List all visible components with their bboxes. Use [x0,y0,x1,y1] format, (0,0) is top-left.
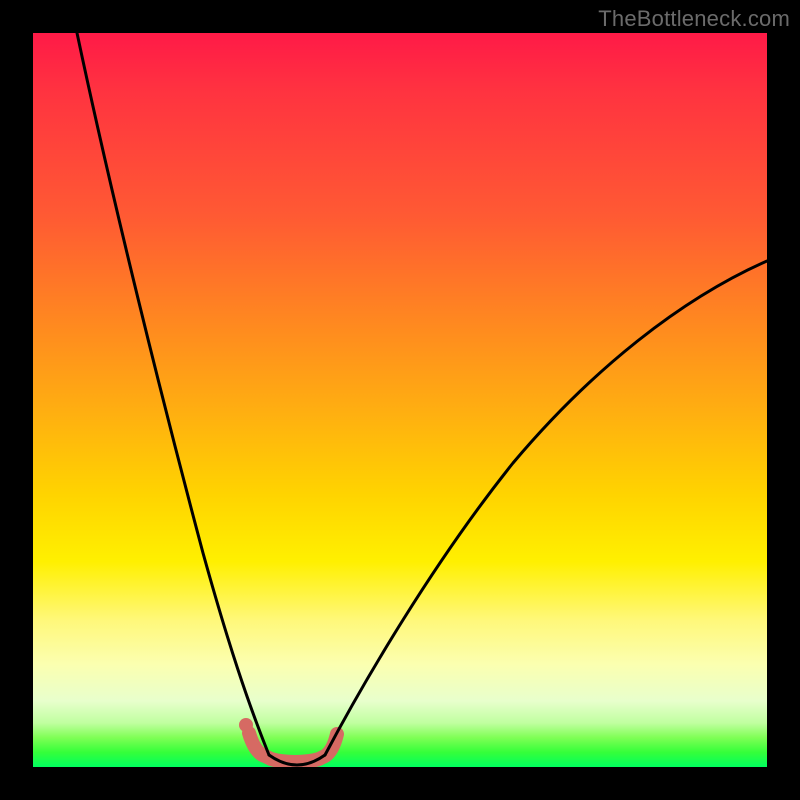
valley-dot [239,718,253,732]
curve-overlay [33,33,767,767]
left-branch-curve [77,33,269,755]
outer-frame: TheBottleneck.com [0,0,800,800]
watermark-text: TheBottleneck.com [598,6,790,32]
right-branch-curve [325,261,767,755]
plot-area [33,33,767,767]
